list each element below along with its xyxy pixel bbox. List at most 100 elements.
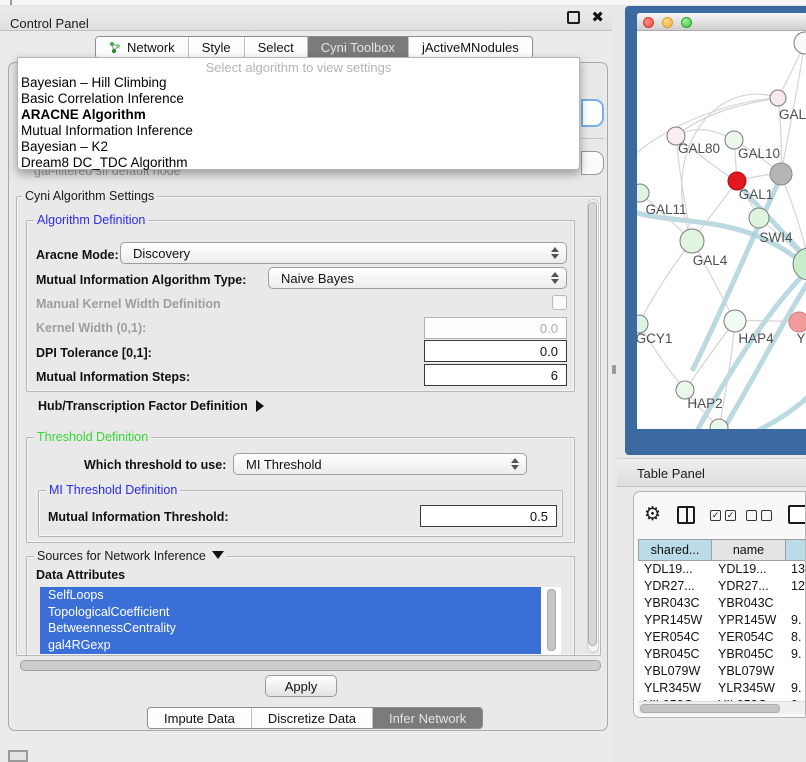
dropdown-item-bayesian-k2[interactable]: Bayesian – K2: [18, 139, 579, 155]
dropdown-item-mutual-information-inference[interactable]: Mutual Information Inference: [18, 123, 579, 139]
table-row[interactable]: YDL19...YDL19...13: [638, 561, 806, 578]
tab-jactivemnodules[interactable]: jActiveMNodules: [409, 37, 532, 58]
which-threshold-select[interactable]: MI Threshold: [233, 453, 527, 475]
data-attributes-list[interactable]: SelfLoopsTopologicalCoefficientBetweenne…: [40, 587, 561, 654]
dropdown-item-dream8-dc-tdc-algorithm[interactable]: Dream8 DC_TDC Algorithm: [18, 155, 579, 171]
node-label-gal4: GAL4: [693, 253, 728, 268]
close-icon[interactable]: ✖: [591, 8, 604, 26]
table-cell: 9.: [786, 612, 806, 629]
dropdown-item-aracne-algorithm[interactable]: ARACNE Algorithm: [18, 107, 579, 123]
manual-kernel-checkbox[interactable]: [552, 295, 567, 310]
network-node[interactable]: [749, 208, 769, 228]
network-node[interactable]: [680, 229, 704, 253]
mi-steps-input[interactable]: 6: [424, 364, 567, 386]
network-node[interactable]: [724, 310, 746, 332]
data-attributes-label: Data Attributes: [36, 568, 125, 582]
network-node[interactable]: [770, 163, 792, 185]
apply-button[interactable]: Apply: [265, 675, 337, 697]
tab-style[interactable]: Style: [189, 37, 245, 58]
attribute-item-topologicalcoefficient[interactable]: TopologicalCoefficient: [40, 604, 541, 621]
network-node[interactable]: [710, 419, 728, 429]
table-hscrollbar-thumb[interactable]: [640, 704, 780, 713]
table-hscrollbar[interactable]: [638, 701, 806, 714]
column-header-cut[interactable]: [786, 539, 806, 561]
table-cell: YBR043C: [712, 595, 786, 612]
tab-network[interactable]: Network: [96, 37, 189, 58]
table-cell: 8.: [786, 629, 806, 646]
mi-threshold-title: MI Threshold Definition: [46, 483, 180, 497]
dropdown-item-bayesian-hill-climbing[interactable]: Bayesian – Hill Climbing: [18, 75, 579, 91]
dropdown-item-basic-correlation-inference[interactable]: Basic Correlation Inference: [18, 91, 579, 107]
dpi-tolerance-label: DPI Tolerance [0,1]:: [36, 346, 152, 360]
network-canvas[interactable]: GALGAL80GAL10GAL1GAL11SWI4GAL4GCY1HAP4YH…: [637, 31, 806, 429]
occluded-combo-fragment: [581, 151, 604, 175]
float-panel-icon[interactable]: [567, 11, 580, 24]
table-cell: YDR27...: [638, 578, 712, 595]
network-node[interactable]: [770, 90, 786, 106]
table-row[interactable]: YBL079WYBL079W: [638, 663, 806, 680]
mi-algorithm-type-select[interactable]: Naive Bayes: [268, 267, 567, 289]
table-header: shared...name: [638, 539, 806, 561]
select-all-checkboxes-icon[interactable]: ✓✓: [710, 510, 736, 521]
column-header-shared[interactable]: shared...: [638, 539, 712, 561]
table-cell: [786, 595, 806, 612]
hub-definition-toggle[interactable]: Hub/Transcription Factor Definition: [38, 399, 264, 413]
attribute-item-selfloops[interactable]: SelfLoops: [40, 587, 541, 604]
tab-cyni-toolbox[interactable]: Cyni Toolbox: [308, 37, 409, 58]
settings-hscrollbar[interactable]: [20, 660, 601, 671]
table-row[interactable]: YLR345WYLR345W9.: [638, 680, 806, 697]
table-row[interactable]: YBR043CYBR043C: [638, 595, 806, 612]
aracne-mode-select[interactable]: Discovery: [120, 242, 567, 264]
dpi-tolerance-input[interactable]: 0.0: [424, 340, 567, 362]
split-pane-handle[interactable]: [612, 365, 616, 374]
table-row[interactable]: YDR27...YDR27...12: [638, 578, 806, 595]
table-row[interactable]: YBR045CYBR045C9.: [638, 646, 806, 663]
network-node[interactable]: [793, 248, 806, 280]
settings-scrollbar[interactable]: [587, 199, 599, 653]
kernel-width-input[interactable]: 0.0: [424, 317, 567, 339]
cyni-mode-tabs: Impute DataDiscretize DataInfer Network: [147, 707, 483, 729]
expanded-arrow-icon: [212, 551, 224, 559]
network-edge[interactable]: [757, 396, 806, 429]
panel-title: Control Panel: [10, 16, 89, 31]
table-row[interactable]: YPR145WYPR145W9.: [638, 612, 806, 629]
network-edge[interactable]: [639, 241, 692, 324]
table-toolbar: ⚙ ✓✓: [634, 492, 806, 538]
table-cell: YBL079W: [712, 663, 786, 680]
node-label-hap2: HAP2: [687, 396, 722, 411]
attribute-item-gal4rgexp[interactable]: gal4RGexp: [40, 637, 541, 654]
attribute-item-betweennesscentrality[interactable]: BetweennessCentrality: [40, 620, 541, 637]
attributes-scrollbar-thumb[interactable]: [547, 589, 556, 651]
network-node[interactable]: [789, 312, 806, 332]
table-cell: YLR345W: [638, 680, 712, 697]
mac-close-icon[interactable]: [643, 17, 654, 28]
network-view-window[interactable]: GALGAL80GAL10GAL1GAL11SWI4GAL4GCY1HAP4YH…: [637, 13, 806, 429]
attributes-scrollbar[interactable]: [547, 589, 556, 651]
table-cell: 9.: [786, 680, 806, 697]
tab-impute-data[interactable]: Impute Data: [148, 708, 252, 728]
column-header-name[interactable]: name: [712, 539, 786, 561]
gear-icon[interactable]: ⚙: [644, 503, 661, 526]
document-icon[interactable]: [788, 505, 806, 524]
mi-threshold-input[interactable]: 0.5: [420, 505, 557, 527]
network-node[interactable]: [794, 32, 806, 54]
settings-scrollbar-thumb[interactable]: [588, 202, 597, 646]
deselect-all-checkboxes-icon[interactable]: [746, 510, 772, 521]
tab-label: Select: [258, 40, 294, 55]
control-panel-tabs: NetworkStyle Select Cyni ToolboxjActiveMNo…: [95, 36, 533, 59]
node-label-gal1: GAL1: [739, 187, 774, 202]
table-row[interactable]: YER054CYER054C8.: [638, 629, 806, 646]
network-window-titlebar[interactable]: [637, 13, 806, 31]
sources-title[interactable]: Sources for Network Inference: [34, 549, 227, 563]
mac-zoom-icon[interactable]: [681, 17, 692, 28]
kernel-width-label: Kernel Width (0,1):: [36, 321, 146, 335]
control-panel-window: Control Panel ✖ NetworkStyle Select Cyni T…: [0, 0, 612, 762]
tab-infer-network[interactable]: Infer Network: [373, 708, 482, 728]
table-cell: YPR145W: [638, 612, 712, 629]
minimized-panel-icon[interactable]: [8, 750, 28, 762]
tab-select[interactable]: Select: [245, 37, 308, 58]
columns-icon[interactable]: [677, 506, 695, 524]
mac-minimize-icon[interactable]: [662, 17, 673, 28]
tab-discretize-data[interactable]: Discretize Data: [252, 708, 373, 728]
table-cell: [786, 663, 806, 680]
